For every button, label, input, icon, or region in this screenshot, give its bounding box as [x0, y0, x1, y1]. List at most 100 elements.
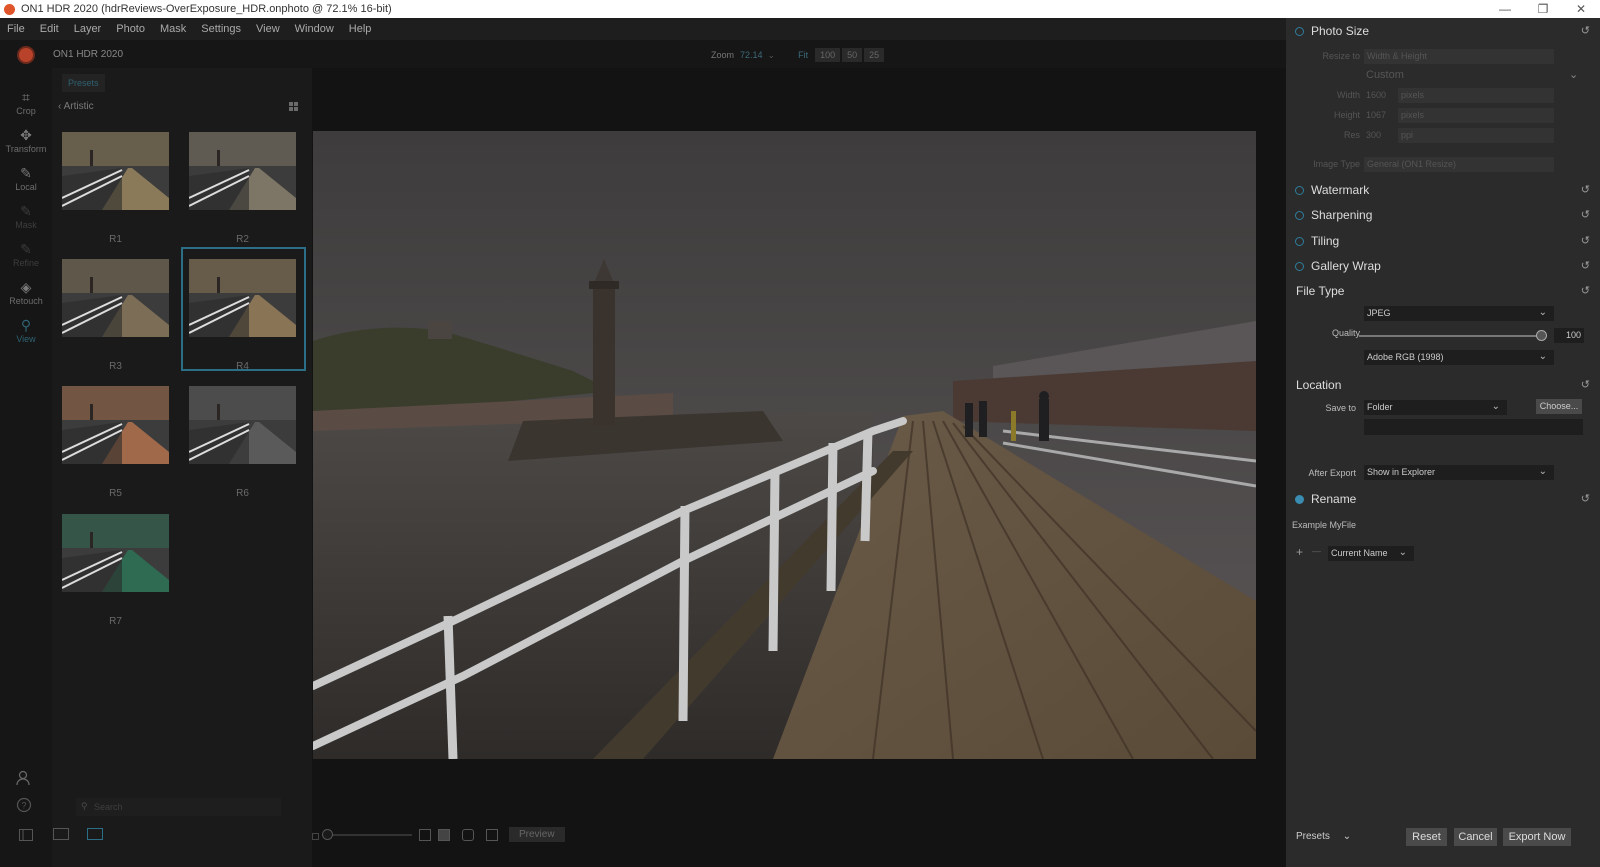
- zoom-value[interactable]: 72.14: [740, 50, 763, 60]
- reset-icon[interactable]: ↺: [1581, 208, 1590, 221]
- menu-window[interactable]: Window: [288, 23, 342, 35]
- toggle-dot-icon[interactable]: [1295, 262, 1304, 271]
- quality-slider-knob[interactable]: [1536, 330, 1547, 341]
- section-rename[interactable]: Rename ↺: [1286, 487, 1600, 511]
- resize-to-field[interactable]: Width & Height: [1364, 49, 1554, 64]
- reset-icon[interactable]: ↺: [1581, 259, 1590, 272]
- zoom-slider-knob[interactable]: [322, 829, 333, 840]
- tool-transform[interactable]: ✥ Transform: [0, 126, 52, 154]
- menu-photo[interactable]: Photo: [109, 23, 153, 35]
- add-token-icon[interactable]: +: [1296, 545, 1303, 559]
- section-tiling[interactable]: Tiling ↺: [1286, 229, 1600, 253]
- toggle-dot-icon[interactable]: [1295, 186, 1304, 195]
- menu-edit[interactable]: Edit: [33, 23, 67, 35]
- zoom-50-button[interactable]: 50: [842, 48, 863, 62]
- tool-crop[interactable]: ⌗ Crop: [0, 88, 52, 116]
- section-watermark[interactable]: Watermark ↺: [1286, 178, 1600, 202]
- minimize-button[interactable]: —: [1486, 2, 1524, 16]
- section-title: Sharpening: [1311, 208, 1373, 222]
- save-to-select[interactable]: Folder ⌄: [1364, 400, 1507, 415]
- compare-icon[interactable]: [438, 829, 450, 841]
- toggle-dot-icon[interactable]: [1295, 27, 1304, 36]
- tab-presets[interactable]: Presets: [62, 74, 105, 92]
- toggle-dot-icon[interactable]: [1295, 495, 1304, 504]
- close-button[interactable]: ✕: [1562, 2, 1600, 16]
- remove-token-icon[interactable]: —: [1312, 546, 1321, 556]
- menu-mask[interactable]: Mask: [153, 23, 194, 35]
- single-view-icon[interactable]: [87, 828, 103, 840]
- zoom-out-icon[interactable]: [312, 833, 319, 840]
- tool-local[interactable]: ✎ Local: [0, 164, 52, 192]
- compare-view-icon[interactable]: [53, 828, 69, 840]
- zoom-dropdown-icon[interactable]: ⌄: [768, 50, 776, 61]
- rename-token-value: Current Name: [1331, 548, 1388, 558]
- preset-thumbnail[interactable]: R1: [62, 132, 188, 256]
- chevron-down-icon[interactable]: ⌄: [1569, 68, 1578, 81]
- mask-view-icon[interactable]: [462, 829, 474, 841]
- preset-thumbnail[interactable]: R7: [62, 514, 188, 638]
- tool-view[interactable]: ⚲ View: [0, 316, 52, 344]
- preset-search-input[interactable]: ⚲ Search: [76, 798, 281, 816]
- choose-folder-button[interactable]: Choose...: [1536, 399, 1582, 414]
- reset-icon[interactable]: ↺: [1581, 492, 1590, 505]
- after-export-select[interactable]: Show in Explorer ⌄: [1364, 465, 1554, 480]
- reset-button[interactable]: Reset: [1406, 828, 1447, 846]
- width-unit[interactable]: pixels: [1398, 88, 1554, 103]
- quality-slider-track[interactable]: [1359, 335, 1545, 337]
- tool-refine[interactable]: ✎ Refine: [0, 240, 52, 268]
- on1-logo-icon[interactable]: [17, 46, 35, 64]
- panel-toggle-icon[interactable]: [19, 828, 33, 844]
- menu-layer[interactable]: Layer: [67, 23, 110, 35]
- restore-button[interactable]: ❐: [1524, 2, 1562, 16]
- menu-file[interactable]: File: [0, 23, 33, 35]
- menu-help[interactable]: Help: [342, 23, 380, 35]
- zoom-100-button[interactable]: 100: [815, 48, 841, 62]
- reset-icon[interactable]: ↺: [1581, 284, 1590, 297]
- section-file-type[interactable]: File Type ↺: [1286, 279, 1600, 303]
- presets-back[interactable]: ‹ Artistic: [58, 101, 94, 112]
- before-after-icon[interactable]: [486, 829, 498, 841]
- reset-icon[interactable]: ↺: [1581, 378, 1590, 391]
- height-value[interactable]: 1067: [1366, 110, 1386, 120]
- tool-retouch[interactable]: ◈ Retouch: [0, 278, 52, 306]
- section-sharpening[interactable]: Sharpening ↺: [1286, 203, 1600, 227]
- toggle-dot-icon[interactable]: [1295, 237, 1304, 246]
- res-unit[interactable]: ppi: [1398, 128, 1554, 143]
- cancel-button[interactable]: Cancel: [1454, 828, 1497, 846]
- zoom-25-button[interactable]: 25: [864, 48, 885, 62]
- reset-icon[interactable]: ↺: [1581, 234, 1590, 247]
- preset-thumbnail[interactable]: R6: [189, 386, 315, 510]
- section-photo-size[interactable]: Photo Size ↺: [1286, 19, 1600, 43]
- folder-path-field[interactable]: [1364, 419, 1583, 435]
- preset-thumbnail[interactable]: R5: [62, 386, 188, 510]
- zoom-slider-track[interactable]: [332, 834, 412, 836]
- tool-mask[interactable]: ✎ Mask: [0, 202, 52, 230]
- rename-token-select[interactable]: Current Name ⌄: [1328, 546, 1414, 561]
- preset-thumbnail[interactable]: R2: [189, 132, 315, 256]
- grid-view-icon[interactable]: [289, 102, 298, 111]
- user-icon[interactable]: [16, 770, 32, 789]
- color-space-select[interactable]: Adobe RGB (1998) ⌄: [1364, 350, 1554, 365]
- quality-value[interactable]: 100: [1554, 328, 1584, 343]
- section-location[interactable]: Location ↺: [1286, 373, 1600, 397]
- width-value[interactable]: 1600: [1366, 90, 1386, 100]
- export-now-button[interactable]: Export Now: [1503, 828, 1571, 846]
- preset-thumbnail[interactable]: R3: [62, 259, 188, 383]
- image-type-field[interactable]: General (ON1 Resize): [1364, 157, 1554, 172]
- toggle-dot-icon[interactable]: [1295, 211, 1304, 220]
- section-gallery-wrap[interactable]: Gallery Wrap ↺: [1286, 254, 1600, 278]
- preview-button[interactable]: Preview: [509, 827, 565, 842]
- menu-settings[interactable]: Settings: [194, 23, 249, 35]
- help-icon[interactable]: ?: [16, 797, 32, 816]
- res-value[interactable]: 300: [1366, 130, 1381, 140]
- menu-view[interactable]: View: [249, 23, 288, 35]
- height-unit[interactable]: pixels: [1398, 108, 1554, 123]
- presets-menu[interactable]: Presets ⌄: [1296, 831, 1351, 842]
- crop-preview-icon[interactable]: [419, 829, 431, 841]
- resize-preset[interactable]: Custom: [1366, 69, 1404, 81]
- file-format-select[interactable]: JPEG ⌄: [1364, 306, 1554, 321]
- reset-icon[interactable]: ↺: [1581, 183, 1590, 196]
- photo-canvas[interactable]: [312, 68, 1286, 867]
- zoom-fit-button[interactable]: Fit: [793, 48, 813, 62]
- reset-icon[interactable]: ↺: [1581, 24, 1590, 37]
